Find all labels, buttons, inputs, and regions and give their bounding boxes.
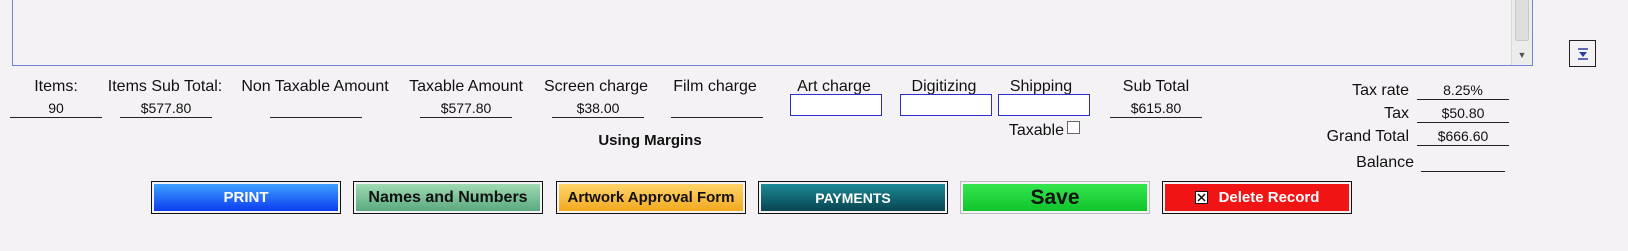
expand-down-icon [1577, 48, 1588, 60]
grand-total-label: Grand Total [1326, 128, 1409, 145]
delete-record-label: Delete Record [1218, 189, 1320, 206]
sub-total-value: $615.80 [1110, 100, 1202, 118]
scroll-down-arrow-icon[interactable]: ▼ [1515, 49, 1529, 61]
artwork-approval-form-button[interactable]: Artwork Approval Form [556, 181, 746, 214]
delete-record-inner: Delete Record [1165, 184, 1349, 211]
delete-record-button[interactable]: Delete Record [1162, 181, 1352, 214]
using-margins-text: Using Margins [598, 132, 702, 149]
notes-textarea[interactable]: ▼ [12, 0, 1533, 66]
tax-rate-label: Tax rate [1352, 82, 1409, 99]
sub-total-label: Sub Total [1122, 78, 1190, 95]
balance-value [1421, 154, 1505, 172]
balance-label: Balance [1356, 154, 1414, 171]
film-charge-label: Film charge [673, 78, 757, 95]
scrollbar-thumb[interactable] [1515, 0, 1529, 41]
payments-button[interactable]: PAYMENTS [758, 181, 948, 214]
tax-label: Tax [1384, 105, 1409, 122]
art-charge-input[interactable] [790, 94, 882, 116]
save-button[interactable]: Save [960, 181, 1150, 214]
print-button[interactable]: PRINT [151, 181, 341, 214]
save-button-label: Save [963, 184, 1147, 211]
film-charge-value[interactable] [671, 100, 763, 118]
digitizing-input[interactable] [900, 94, 992, 116]
delete-x-icon [1194, 191, 1208, 204]
print-button-label: PRINT [154, 184, 338, 211]
taxable-amount-label: Taxable Amount [409, 78, 523, 95]
names-and-numbers-label: Names and Numbers [356, 184, 540, 211]
expand-notes-button[interactable] [1569, 40, 1596, 67]
items-value: 90 [10, 100, 102, 118]
non-taxable-value[interactable] [270, 100, 362, 118]
tax-value: $50.80 [1417, 105, 1509, 123]
non-taxable-label: Non Taxable Amount [241, 78, 389, 95]
items-label: Items: [34, 78, 78, 95]
screen-charge-value[interactable]: $38.00 [552, 100, 644, 118]
items-subtotal-value: $577.80 [120, 100, 212, 118]
notes-scrollbar[interactable]: ▼ [1511, 0, 1532, 65]
items-subtotal-label: Items Sub Total: [107, 78, 223, 95]
artwork-approval-form-label: Artwork Approval Form [559, 184, 743, 211]
taxable-amount-value: $577.80 [420, 100, 512, 118]
screen-charge-label: Screen charge [543, 78, 649, 95]
names-and-numbers-button[interactable]: Names and Numbers [353, 181, 543, 214]
taxable-checkbox[interactable] [1067, 121, 1080, 134]
tax-rate-value[interactable]: 8.25% [1417, 82, 1509, 100]
grand-total-value: $666.60 [1417, 128, 1509, 146]
taxable-checkbox-label: Taxable [1008, 122, 1064, 139]
payments-button-label: PAYMENTS [761, 184, 945, 211]
shipping-input[interactable] [998, 94, 1090, 116]
